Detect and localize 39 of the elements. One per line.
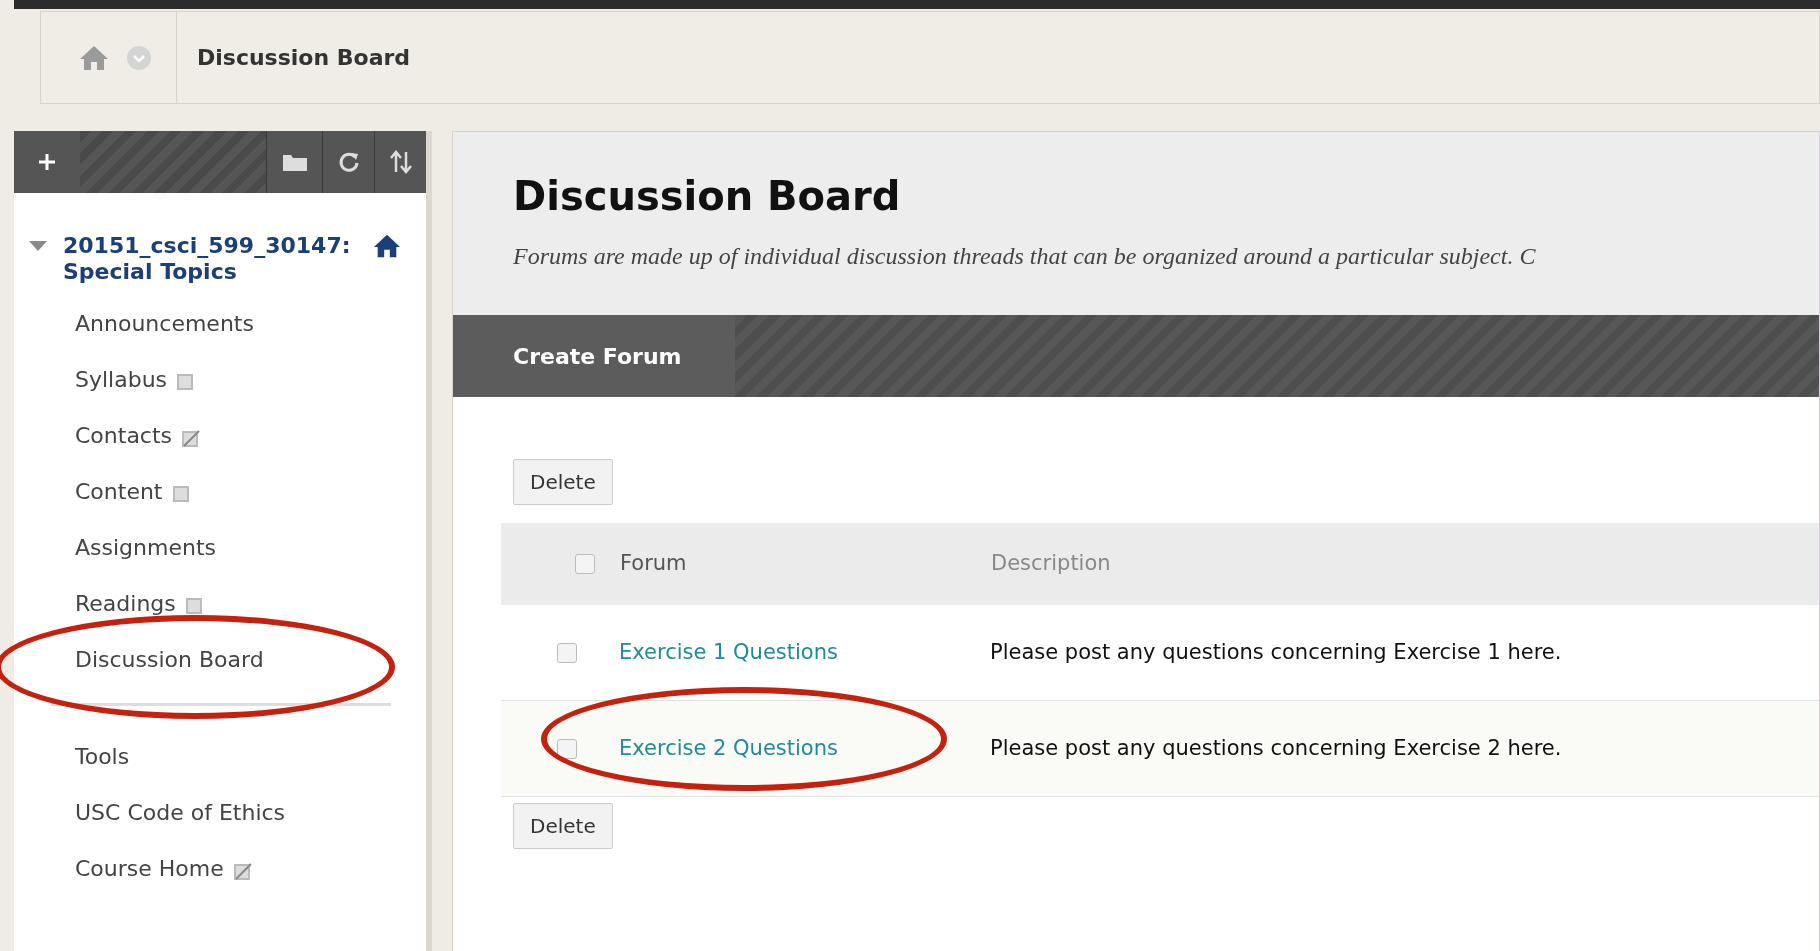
delete-button[interactable]: Delete bbox=[513, 459, 613, 505]
menu-item[interactable]: Course Home bbox=[75, 851, 224, 885]
add-button[interactable] bbox=[14, 131, 80, 193]
delete-button[interactable]: Delete bbox=[513, 803, 613, 849]
home-icon[interactable] bbox=[373, 233, 401, 259]
row-checkbox[interactable] bbox=[557, 738, 577, 759]
menu-item[interactable]: USC Code of Ethics bbox=[75, 795, 286, 829]
page-icon bbox=[185, 598, 202, 614]
course-title[interactable]: 20151_csci_599_30147: Special Topics bbox=[63, 233, 373, 285]
column-header[interactable]: Forum bbox=[620, 548, 991, 580]
forum-description: Please post any questions concerning Exercise 2 here. bbox=[990, 734, 1562, 762]
forum-link[interactable]: Exercise 2 Questions bbox=[619, 732, 990, 765]
menu-item[interactable]: Announcements bbox=[75, 306, 254, 340]
plus-icon bbox=[37, 152, 57, 172]
menu-item[interactable]: Readings bbox=[75, 586, 176, 620]
slashed-square-icon bbox=[233, 862, 252, 880]
forum-description: Please post any questions concerning Exercise 1 here. bbox=[990, 638, 1562, 666]
row-checkbox[interactable] bbox=[557, 642, 577, 663]
sort-button[interactable] bbox=[374, 131, 426, 193]
menu-item[interactable]: Contacts bbox=[75, 418, 173, 452]
menu-item[interactable]: Discussion Board bbox=[75, 642, 264, 676]
refresh-button[interactable] bbox=[322, 131, 374, 193]
page-icon bbox=[177, 374, 194, 390]
sort-icon bbox=[388, 150, 413, 174]
caret-icon[interactable] bbox=[28, 239, 48, 253]
forum-link[interactable]: Exercise 1 Questions bbox=[619, 636, 990, 669]
folder-button[interactable] bbox=[266, 131, 322, 193]
menu-item[interactable]: Assignments bbox=[75, 530, 216, 564]
menu-item[interactable]: Tools bbox=[75, 739, 130, 773]
page-title: Discussion Board bbox=[513, 172, 901, 221]
page-description: Forums are made up of individual discussion threads that can be organized around a particular subject. C bbox=[513, 242, 1536, 271]
page-icon bbox=[172, 486, 189, 502]
breadcrumb-current: Discussion Board bbox=[197, 44, 411, 72]
create-forum-button[interactable]: Create Forum bbox=[453, 315, 735, 397]
menu-item[interactable]: Syllabus bbox=[75, 362, 168, 396]
menu-item[interactable]: Content bbox=[75, 474, 163, 508]
slashed-square-icon bbox=[182, 429, 201, 447]
select-all-checkbox[interactable] bbox=[575, 554, 595, 574]
refresh-icon bbox=[337, 151, 360, 173]
